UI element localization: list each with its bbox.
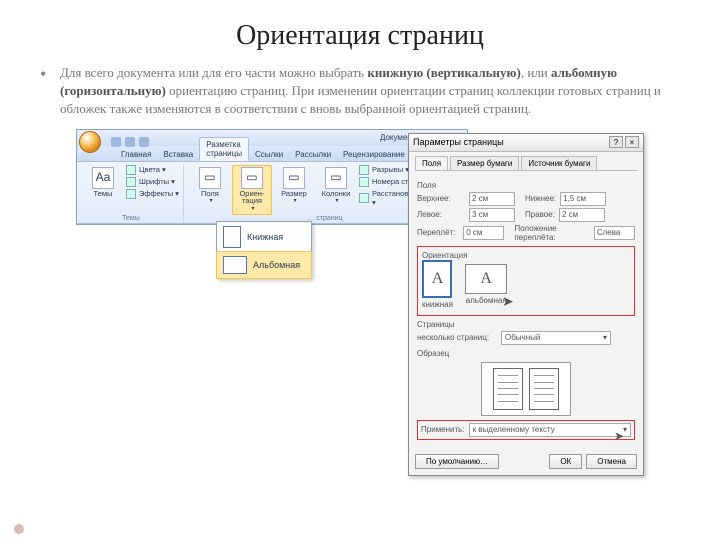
themes-subitem[interactable]: Эффекты ▾	[126, 189, 179, 199]
orientation-option-landscape[interactable]: Альбомная	[216, 251, 312, 279]
preview-page-icon	[529, 368, 559, 410]
slide-title: Ориентация страниц	[40, 20, 680, 52]
ribbon-tab[interactable]: Рассылки	[289, 148, 337, 161]
mini-icon	[359, 193, 369, 203]
dialog-tabs: ПоляРазмер бумагиИсточник бумаги	[409, 152, 643, 170]
office-button[interactable]	[79, 131, 101, 153]
margin-row: Верхнее: 2 см Нижнее: 1,5 см	[417, 192, 635, 206]
dialog-tab[interactable]: Источник бумаги	[521, 156, 597, 170]
bullet-dot: •	[40, 62, 46, 87]
apply-to-dropdown[interactable]: к выделенному тексту▾	[469, 423, 631, 437]
cursor-icon: ➤	[614, 429, 624, 443]
page-setup-button[interactable]: ▭Размер▾	[274, 165, 314, 215]
themes-icon: Aа	[92, 167, 114, 189]
mini-icon	[359, 177, 369, 187]
page-icon: ▭	[199, 167, 221, 189]
dialog-close-button[interactable]: ×	[625, 136, 639, 148]
preview-page-icon	[493, 368, 523, 410]
pages-section-label: Страницы	[417, 320, 635, 329]
portrait-page-icon	[223, 226, 241, 248]
margins-section-label: Поля	[417, 181, 635, 190]
ribbon-tab[interactable]: Вставка	[157, 148, 199, 161]
ok-button[interactable]: ОК	[549, 454, 582, 469]
dialog-title: Параметры страницы	[413, 137, 504, 147]
landscape-page-icon	[223, 256, 247, 274]
qat-save-icon[interactable]	[111, 137, 121, 147]
color-swatch-icon	[126, 189, 136, 199]
margin-label: Положение переплёта:	[514, 224, 589, 242]
apply-to-label: Применить:	[421, 425, 465, 434]
dialog-tab[interactable]: Размер бумаги	[450, 156, 519, 170]
default-button[interactable]: По умолчанию…	[415, 454, 499, 469]
qat-undo-icon[interactable]	[125, 137, 135, 147]
margin-label: Левое:	[417, 210, 465, 219]
orientation-highlight-box: Ориентация A книжная A альбомная ➤	[417, 246, 635, 316]
dialog-help-button[interactable]: ?	[609, 136, 623, 148]
group-themes: Aа Темы Цвета ▾ Шрифты ▾ Эффекты ▾ Темы	[79, 165, 184, 223]
multipages-label: несколько страниц:	[417, 333, 497, 342]
margin-spinner[interactable]: 0 см	[463, 226, 504, 240]
margin-label: Нижнее:	[525, 194, 556, 203]
orientation-section-label: Ориентация	[422, 251, 630, 260]
margin-spinner[interactable]: 2 см	[469, 192, 515, 206]
margin-label: Переплёт:	[417, 228, 459, 237]
apply-to-highlight-box: Применить: к выделенному тексту▾ ➤	[417, 420, 635, 440]
portrait-preview-icon: A	[422, 260, 452, 298]
bullet-paragraph: • Для всего документа или для его части …	[40, 64, 680, 119]
margin-spinner[interactable]: 1,5 см	[560, 192, 606, 206]
themes-subitem[interactable]: Цвета ▾	[126, 165, 179, 175]
themes-button[interactable]: Aа Темы	[83, 165, 123, 198]
dialog-tab[interactable]: Поля	[415, 156, 448, 170]
page-setup-dialog: Параметры страницы ? × ПоляРазмер бумаги…	[408, 133, 644, 476]
page-icon: ▭	[283, 167, 305, 189]
mini-icon	[359, 165, 369, 175]
ribbon-tab[interactable]: Разметка страницы	[199, 137, 249, 161]
margin-row: Левое: 3 см Правое: 2 см	[417, 208, 635, 222]
ribbon-tab[interactable]: Рецензирование	[337, 148, 411, 161]
preview-section-label: Образец	[417, 349, 635, 358]
orientation-landscape-choice[interactable]: A альбомная	[465, 264, 507, 305]
color-swatch-icon	[126, 165, 136, 175]
page-setup-button[interactable]: ▭Поля▾	[190, 165, 230, 215]
margin-spinner[interactable]: 2 см	[559, 208, 605, 222]
group-label-themes: Темы	[83, 215, 179, 223]
preview-box	[481, 362, 571, 416]
margin-spinner[interactable]: Слева	[594, 226, 635, 240]
ribbon-tab[interactable]: Ссылки	[249, 148, 289, 161]
orientation-portrait-choice[interactable]: A книжная	[422, 260, 453, 309]
margin-label: Верхнее:	[417, 194, 465, 203]
slide-indicator-icon	[14, 524, 24, 534]
multipages-dropdown[interactable]: Обычный▾	[501, 331, 611, 345]
page-icon: ▭	[241, 167, 263, 189]
orientation-option-portrait[interactable]: Книжная	[217, 222, 311, 252]
themes-subitem[interactable]: Шрифты ▾	[126, 177, 179, 187]
color-swatch-icon	[126, 177, 136, 187]
page-icon: ▭	[325, 167, 347, 189]
landscape-preview-icon: A	[465, 264, 507, 294]
page-setup-button[interactable]: ▭Колонки▾	[316, 165, 356, 215]
orientation-dropdown: Книжная Альбомная	[216, 221, 312, 279]
qat-redo-icon[interactable]	[139, 137, 149, 147]
page-setup-button[interactable]: ▭Ориен­тация▾	[232, 165, 272, 215]
margin-row: Переплёт: 0 см Положение переплёта: Слева	[417, 224, 635, 242]
cancel-button[interactable]: Отмена	[586, 454, 637, 469]
margin-spinner[interactable]: 3 см	[469, 208, 515, 222]
margin-label: Правое:	[525, 210, 555, 219]
